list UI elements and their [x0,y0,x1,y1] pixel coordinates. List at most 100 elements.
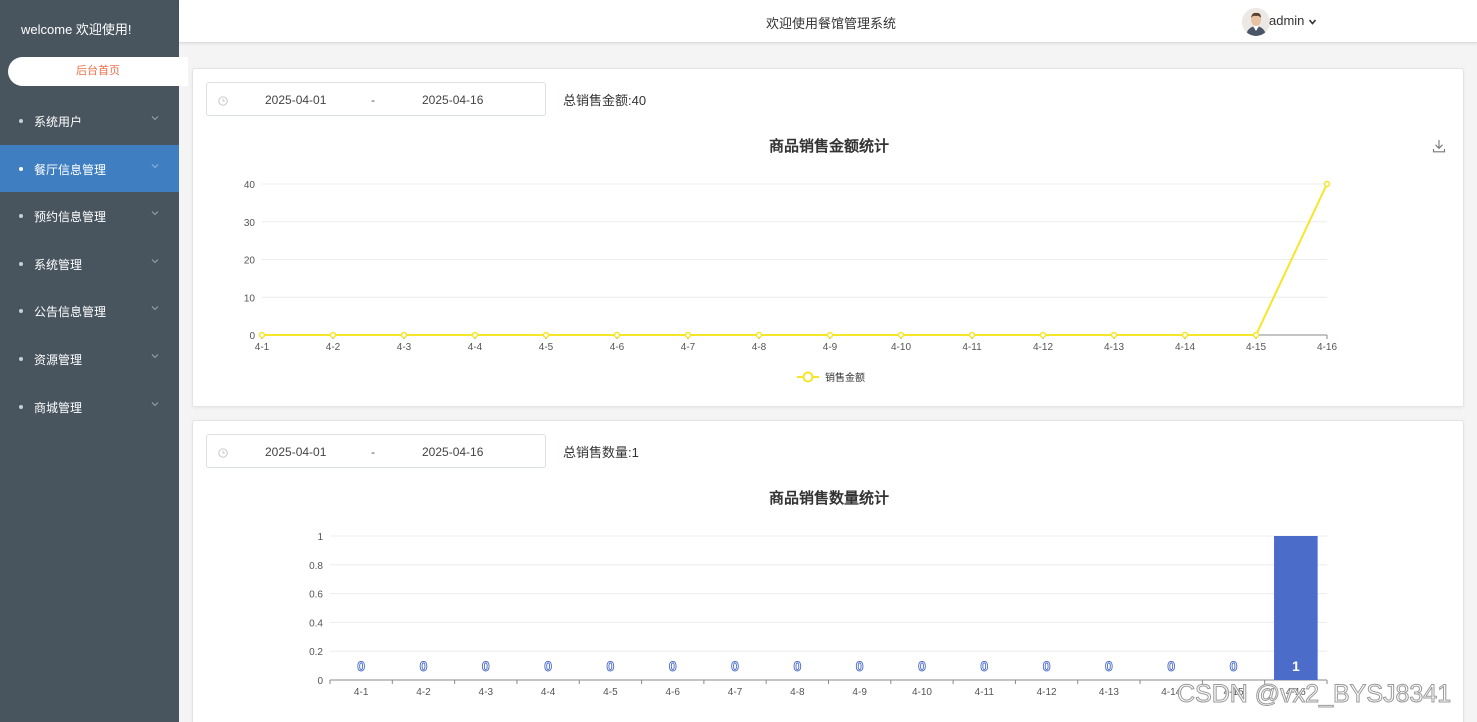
sidebar-item-mall[interactable]: 商城管理 [0,383,179,430]
sidebar-item-announcements[interactable]: 公告信息管理 [0,287,179,334]
data-label: 0 [731,658,739,674]
avatar[interactable] [1242,8,1270,36]
chevron-down-icon [151,162,159,170]
series-line [262,183,1328,336]
y-tick-label: 0.6 [309,590,323,601]
x-tick-label: 4-14 [1175,342,1195,353]
chart-title: 商品销售金额统计 [768,138,889,155]
sidebar-item-system-management[interactable]: 系统管理 [0,240,179,287]
data-label: 0 [420,658,428,674]
data-point [400,331,408,339]
sidebar-item-restaurant-info[interactable]: 餐厅信息管理 [0,145,179,192]
data-point [1181,331,1189,339]
x-tick-label: 4-13 [1099,687,1119,698]
y-tick-label: 0.2 [309,647,323,658]
download-icon[interactable] [1432,139,1446,158]
end-date-input[interactable]: 2025-04-16 [422,93,483,107]
bullet-icon [19,309,23,313]
data-point [968,331,976,339]
x-tick-label: 4-13 [1104,342,1124,353]
x-tick-label: 4-2 [326,342,341,353]
range-separator: - [371,93,375,107]
x-tick-label: 4-7 [681,342,696,353]
date-range-picker[interactable]: 2025-04-01 - 2025-04-16 [206,434,546,468]
total-value: 1 [631,445,639,460]
data-label: 0 [482,658,490,674]
y-tick-label: 0 [249,331,255,342]
x-tick-label: 4-9 [823,342,838,353]
x-tick-label: 4-1 [354,687,369,698]
total-label: 总销售数量: [563,445,632,460]
bullet-icon [19,214,23,218]
data-label: 0 [856,658,864,674]
x-tick-label: 4-4 [541,687,556,698]
bullet-icon [19,119,23,123]
data-label: 0 [1105,658,1113,674]
data-point [1039,331,1047,339]
sales-quantity-card: 2025-04-01 - 2025-04-16 总销售数量:1 商品销售数量统计… [192,420,1464,722]
sidebar-item-reservation-info[interactable]: 预约信息管理 [0,192,179,239]
y-tick-label: 1 [317,532,323,543]
data-point [329,331,337,339]
sidebar-item-label: 商城管理 [34,401,83,415]
x-tick-label: 4-1 [255,342,270,353]
end-date-input[interactable]: 2025-04-16 [422,445,483,459]
bullet-icon [19,167,23,171]
sidebar-item-label: 公告信息管理 [34,305,107,319]
chevron-down-icon [151,257,159,265]
y-tick-label: 0 [317,676,323,687]
y-tick-label: 40 [244,180,256,191]
x-tick-label: 4-9 [852,687,867,698]
data-point [542,331,550,339]
sidebar-item-resources[interactable]: 资源管理 [0,335,179,382]
x-tick-label: 4-5 [603,687,618,698]
data-label: 0 [544,658,552,674]
x-tick-label: 4-8 [752,342,767,353]
clock-icon [218,447,228,461]
sidebar-item-system-users[interactable]: 系统用户 [0,97,179,144]
sidebar-home-button[interactable]: 后台首页 [8,57,188,86]
y-tick-label: 20 [244,256,256,267]
data-point [1110,331,1118,339]
sidebar-item-label: 资源管理 [34,353,83,367]
total-sales-quantity: 总销售数量:1 [563,442,639,461]
x-tick-label: 4-2 [416,687,431,698]
data-label: 0 [1043,658,1051,674]
data-point [755,331,763,339]
data-point [471,331,479,339]
data-point [258,331,266,339]
x-tick-label: 4-12 [1033,342,1053,353]
top-header: 欢迎使用餐馆管理系统 admin [179,0,1477,43]
range-separator: - [371,445,375,459]
chevron-down-icon [151,400,159,408]
bar [1274,536,1318,680]
y-tick-label: 0.4 [309,618,323,629]
sidebar-item-label: 系统用户 [34,115,83,129]
bullet-icon [19,357,23,361]
caret-down-icon [1308,13,1317,28]
chevron-down-icon [151,304,159,312]
total-value: 40 [631,93,647,108]
user-menu[interactable]: admin [1269,13,1317,28]
x-tick-label: 4-7 [728,687,743,698]
sidebar-item-label: 餐厅信息管理 [34,163,107,177]
username: admin [1269,13,1305,28]
chevron-down-icon [151,352,159,360]
x-tick-label: 4-16 [1317,342,1337,353]
data-label: 0 [980,658,988,674]
start-date-input[interactable]: 2025-04-01 [265,93,326,107]
x-tick-label: 4-12 [1037,687,1057,698]
data-label: 1 [1292,658,1300,674]
sales-amount-line-chart: 0 10 20 30 40 4-1 4-2 4-3 4-4 4-5 4-6 4-7 4-8 4-9 4-10… [244,180,1338,384]
total-sales-amount: 总销售金额:40 [563,90,646,109]
start-date-input[interactable]: 2025-04-01 [265,445,326,459]
x-tick-label: 4-6 [610,342,625,353]
data-label: 0 [357,658,365,674]
data-point [613,331,621,339]
y-tick-label: 10 [244,293,256,304]
total-label: 总销售金额: [563,93,632,108]
data-point [897,331,905,339]
date-range-picker[interactable]: 2025-04-01 - 2025-04-16 [206,82,546,116]
x-tick-label: 4-6 [665,687,680,698]
x-tick-label: 4-11 [962,342,982,353]
